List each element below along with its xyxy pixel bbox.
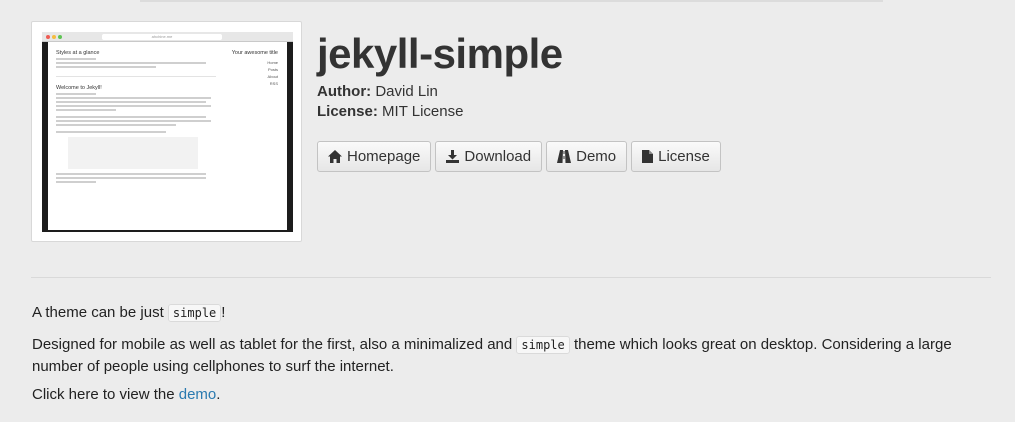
section-divider <box>31 277 991 278</box>
description-paragraph-3: Click here to view the demo. <box>32 384 982 405</box>
p2-text-before: Designed for mobile as well as tablet fo… <box>32 336 513 353</box>
license-label: License: <box>317 103 378 120</box>
p2-inline-code: simple <box>516 336 570 354</box>
close-dot-icon <box>46 35 50 39</box>
project-title: jekyll-simple <box>317 30 563 77</box>
thumbnail-site-title: Your awesome title <box>231 50 278 56</box>
author-line: Author: David Lin <box>317 83 438 100</box>
download-button-label: Download <box>464 148 532 165</box>
p3-text-after: . <box>216 386 221 403</box>
maximize-dot-icon <box>58 35 62 39</box>
license-name: MIT License <box>382 103 464 120</box>
top-divider <box>140 0 883 2</box>
description-paragraph-1: A theme can be just simple! <box>32 302 982 324</box>
thumbnail-nav-posts: Posts <box>267 67 278 72</box>
road-icon <box>557 150 572 163</box>
download-icon <box>446 150 460 163</box>
homepage-button[interactable]: Homepage <box>317 141 432 172</box>
description-paragraph-2: Designed for mobile as well as tablet fo… <box>32 334 982 377</box>
homepage-button-label: Homepage <box>347 148 421 165</box>
license-button-label: License <box>658 148 710 165</box>
p1-text-before: A theme can be just <box>32 304 164 321</box>
p1-inline-code: simple <box>167 304 222 322</box>
download-button[interactable]: Download <box>435 141 543 172</box>
demo-button-label: Demo <box>576 148 617 165</box>
thumbnail-nav-home: Home <box>267 60 278 65</box>
license-line: License: MIT License <box>317 103 463 120</box>
minimize-dot-icon <box>52 35 56 39</box>
home-icon <box>328 150 342 163</box>
thumbnail-nav-rss: RSS <box>269 81 278 86</box>
demo-link[interactable]: demo <box>179 386 217 403</box>
author-name: David Lin <box>375 83 438 100</box>
thumbnail-browser-bar: ahchine.me <box>42 32 293 42</box>
thumbnail-page: Styles at a glance Welcome to Jekyll! Yo… <box>48 42 287 230</box>
demo-button[interactable]: Demo <box>546 141 628 172</box>
p1-text-after: ! <box>221 304 226 321</box>
thumbnail-screen: ahchine.me Styles at a glance Welcome to… <box>42 32 293 232</box>
theme-screenshot-thumbnail[interactable]: ahchine.me Styles at a glance Welcome to… <box>31 21 302 242</box>
thumbnail-post-title: Styles at a glance <box>56 50 100 56</box>
action-buttons: Homepage Download Demo License <box>317 141 721 172</box>
license-button[interactable]: License <box>631 141 721 172</box>
thumbnail-post2-title: Welcome to Jekyll! <box>56 85 102 91</box>
file-icon <box>642 150 654 163</box>
author-label: Author: <box>317 83 372 100</box>
p3-text-before: Click here to view the <box>32 386 175 403</box>
thumbnail-nav-about: About <box>267 74 278 79</box>
thumbnail-url: ahchine.me <box>102 34 222 40</box>
